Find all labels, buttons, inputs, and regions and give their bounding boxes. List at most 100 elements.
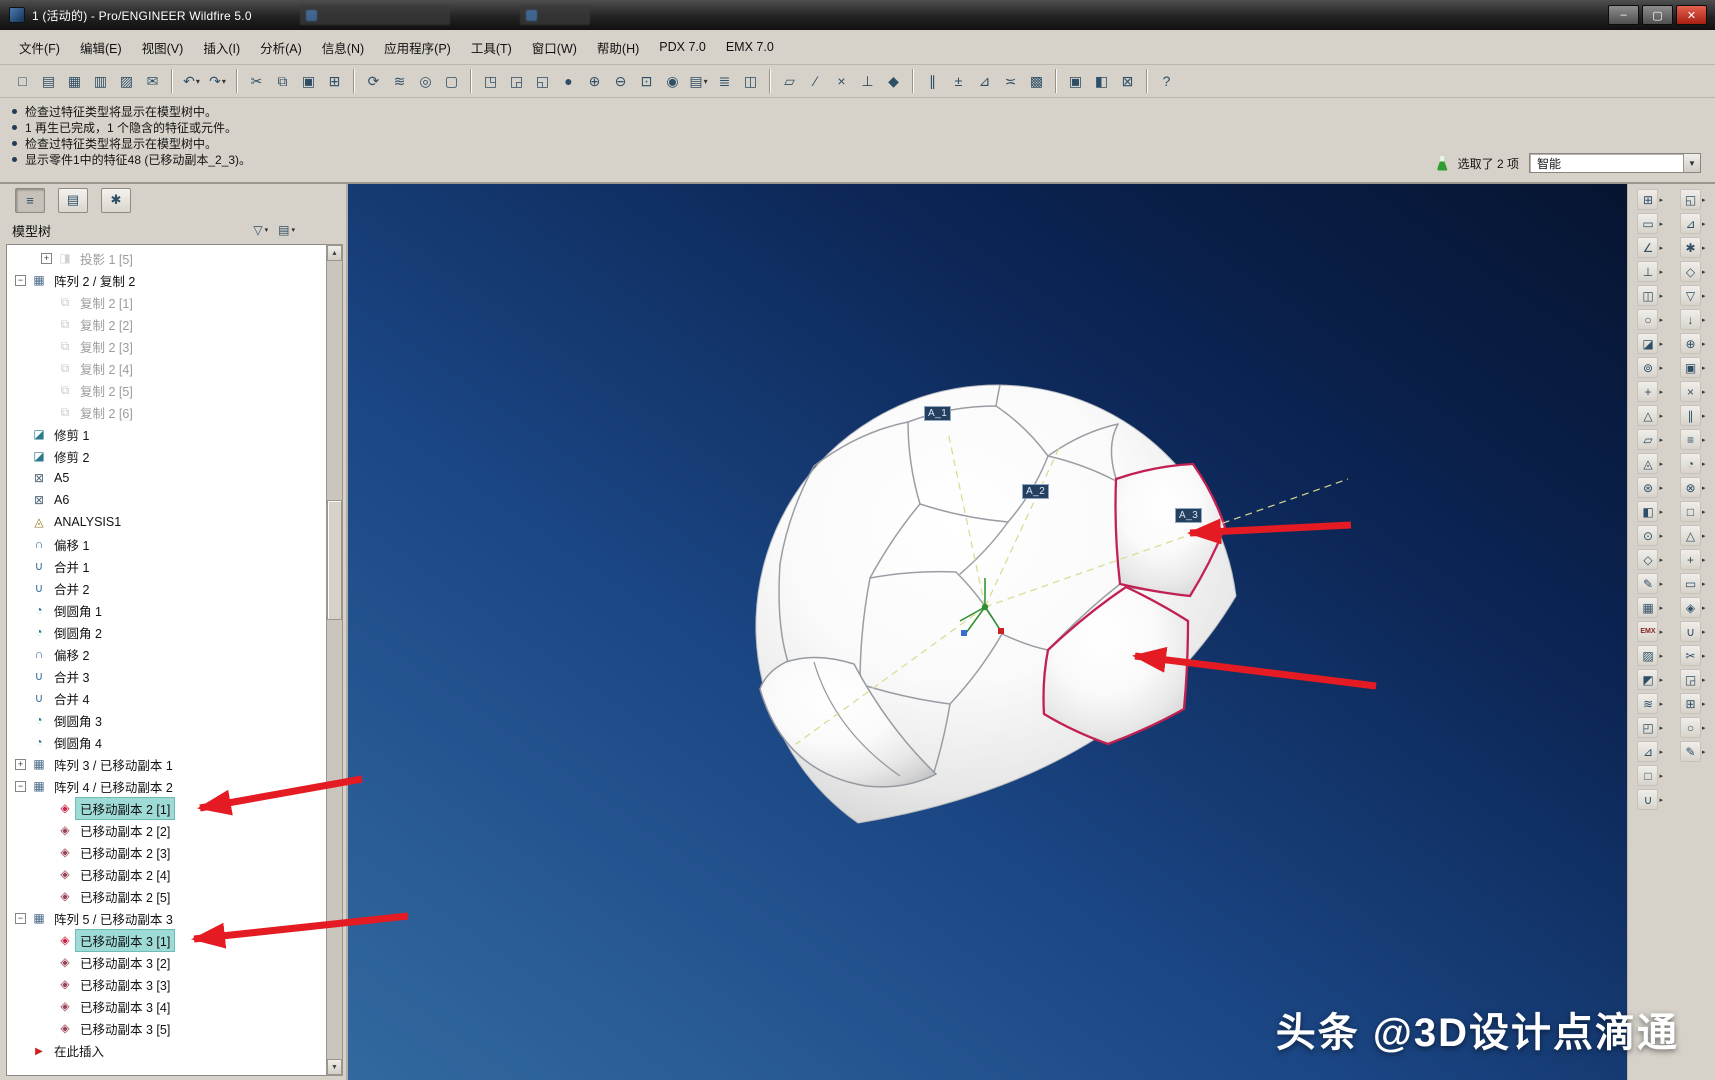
flyout-arrow-icon[interactable]: ▸ [1659, 244, 1663, 252]
right-tool-b6-icon[interactable]: ↓ [1680, 309, 1701, 330]
menu-item-1[interactable]: 文件(F) [10, 34, 69, 61]
new-file-icon[interactable]: □ [10, 69, 35, 94]
flyout-arrow-icon[interactable]: ▸ [1659, 772, 1663, 780]
flyout-arrow-icon[interactable]: ▸ [1659, 388, 1663, 396]
right-tool-b22-icon[interactable]: ⊞ [1680, 693, 1701, 714]
paste-icon[interactable]: ▣ [296, 69, 321, 94]
search-icon[interactable]: ◎ [413, 69, 438, 94]
flyout-arrow-icon[interactable]: ▸ [1659, 292, 1663, 300]
select-box-icon[interactable]: ▢ [439, 69, 464, 94]
tree-item[interactable]: 偏移 2 [7, 643, 326, 665]
datum-tag-a2[interactable]: A_2 [1022, 484, 1049, 499]
flyout-arrow-icon[interactable]: ▸ [1659, 316, 1663, 324]
open-file-icon[interactable]: ▤ [36, 69, 61, 94]
dropdown-arrow-icon[interactable]: ▾ [222, 77, 226, 86]
favorites-tab[interactable]: ✱ [101, 188, 131, 213]
right-tool-b9-icon[interactable]: × [1680, 381, 1701, 402]
right-tool-a17-icon[interactable]: ✎ [1637, 573, 1658, 594]
tree-item[interactable]: ANALYSIS1 [7, 511, 326, 533]
menu-item-8[interactable]: 工具(T) [462, 34, 521, 61]
right-tool-b14-icon[interactable]: □ [1680, 501, 1701, 522]
tree-item[interactable]: 已移动副本 3 [3] [7, 973, 326, 995]
paste-special-icon[interactable]: ⊞ [322, 69, 347, 94]
tree-item[interactable]: 倒圆角 3 [7, 709, 326, 731]
right-tool-b16-icon[interactable]: + [1680, 549, 1701, 570]
tree-item[interactable]: 倒圆角 4 [7, 731, 326, 753]
right-tool-a24-icon[interactable]: ⊿ [1637, 741, 1658, 762]
close-button[interactable]: ✕ [1676, 5, 1707, 25]
cut-icon[interactable]: ✂ [244, 69, 269, 94]
right-tool-a5-icon[interactable]: ◫ [1637, 285, 1658, 306]
flyout-arrow-icon[interactable]: ▸ [1659, 604, 1663, 612]
flyout-arrow-icon[interactable]: ▸ [1702, 532, 1706, 540]
flyout-arrow-icon[interactable]: ▸ [1659, 460, 1663, 468]
tree-item[interactable]: 已移动副本 3 [2] [7, 951, 326, 973]
new-window-icon[interactable]: ▣ [1063, 69, 1088, 94]
tree-item[interactable]: 已移动副本 3 [1] [7, 929, 326, 951]
flyout-arrow-icon[interactable]: ▸ [1659, 700, 1663, 708]
tree-item[interactable]: −阵列 4 / 已移动副本 2 [7, 775, 326, 797]
right-tool-b24-icon[interactable]: ✎ [1680, 741, 1701, 762]
tree-item[interactable]: 复制 2 [6] [7, 401, 326, 423]
datum-tag-a1[interactable]: A_1 [924, 406, 951, 421]
scroll-down-icon[interactable]: ▼ [327, 1059, 342, 1075]
right-tool-a12-icon[interactable]: ◬ [1637, 453, 1658, 474]
tree-item[interactable]: 已移动副本 3 [4] [7, 995, 326, 1017]
tree-item[interactable]: 复制 2 [4] [7, 357, 326, 379]
datum-axis-display-icon[interactable]: ∕ [803, 69, 828, 94]
right-tool-b1-icon[interactable]: ◱ [1680, 189, 1701, 210]
flyout-arrow-icon[interactable]: ▸ [1659, 796, 1663, 804]
flyout-arrow-icon[interactable]: ▸ [1659, 340, 1663, 348]
flyout-arrow-icon[interactable]: ▸ [1659, 556, 1663, 564]
flyout-arrow-icon[interactable]: ▸ [1659, 268, 1663, 276]
right-tool-a18-icon[interactable]: ▦ [1637, 597, 1658, 618]
right-tool-a6-icon[interactable]: ○ [1637, 309, 1658, 330]
symbol-display-icon[interactable]: ≍ [998, 69, 1023, 94]
menu-item-2[interactable]: 编辑(E) [71, 34, 131, 61]
flyout-arrow-icon[interactable]: ▸ [1702, 628, 1706, 636]
flyout-arrow-icon[interactable]: ▸ [1702, 364, 1706, 372]
model-tree-tab[interactable]: ≡ [15, 188, 45, 213]
tree-item[interactable]: 已移动副本 3 [5] [7, 1017, 326, 1039]
flyout-arrow-icon[interactable]: ▸ [1659, 436, 1663, 444]
right-tool-a19-icon[interactable]: EMX [1637, 621, 1658, 642]
right-tool-b18-icon[interactable]: ◈ [1680, 597, 1701, 618]
tree-item[interactable]: 已移动副本 2 [2] [7, 819, 326, 841]
tree-item[interactable]: 已移动副本 2 [3] [7, 841, 326, 863]
right-tool-a7-icon[interactable]: ◪ [1637, 333, 1658, 354]
regenerate-icon[interactable]: ⟳ [361, 69, 386, 94]
undo-icon[interactable]: ↶▾ [179, 69, 204, 94]
right-tool-b17-icon[interactable]: ▭ [1680, 573, 1701, 594]
no-hidden-line-icon[interactable]: ◱ [530, 69, 555, 94]
tree-item[interactable]: 修剪 2 [7, 445, 326, 467]
right-tool-a4-icon[interactable]: ⊥ [1637, 261, 1658, 282]
menu-item-11[interactable]: PDX 7.0 [650, 36, 715, 58]
minimize-button[interactable]: – [1608, 5, 1639, 25]
flyout-arrow-icon[interactable]: ▸ [1659, 652, 1663, 660]
flyout-arrow-icon[interactable]: ▸ [1659, 676, 1663, 684]
folder-browser-tab[interactable]: ▤ [58, 188, 88, 213]
right-tool-a3-icon[interactable]: ∠ [1637, 237, 1658, 258]
flyout-arrow-icon[interactable]: ▸ [1702, 244, 1706, 252]
menu-item-3[interactable]: 视图(V) [133, 34, 193, 61]
flyout-arrow-icon[interactable]: ▸ [1702, 580, 1706, 588]
flyout-arrow-icon[interactable]: ▸ [1659, 628, 1663, 636]
expand-plus-icon[interactable]: + [41, 253, 52, 264]
right-tool-b2-icon[interactable]: ⊿ [1680, 213, 1701, 234]
right-tool-b10-icon[interactable]: ∥ [1680, 405, 1701, 426]
menu-item-7[interactable]: 应用程序(P) [375, 34, 460, 61]
expand-plus-icon[interactable]: + [15, 759, 26, 770]
right-tool-a10-icon[interactable]: △ [1637, 405, 1658, 426]
flyout-arrow-icon[interactable]: ▸ [1702, 484, 1706, 492]
right-tool-a8-icon[interactable]: ⊚ [1637, 357, 1658, 378]
right-tool-a11-icon[interactable]: ▱ [1637, 429, 1658, 450]
flyout-arrow-icon[interactable]: ▸ [1659, 196, 1663, 204]
tree-item[interactable]: 修剪 1 [7, 423, 326, 445]
right-tool-b4-icon[interactable]: ◇ [1680, 261, 1701, 282]
menu-item-12[interactable]: EMX 7.0 [717, 36, 783, 58]
flyout-arrow-icon[interactable]: ▸ [1702, 604, 1706, 612]
dropdown-arrow-icon[interactable]: ▾ [704, 77, 708, 86]
flyout-arrow-icon[interactable]: ▸ [1702, 556, 1706, 564]
flyout-arrow-icon[interactable]: ▸ [1659, 364, 1663, 372]
scrollbar-thumb[interactable] [327, 500, 342, 620]
